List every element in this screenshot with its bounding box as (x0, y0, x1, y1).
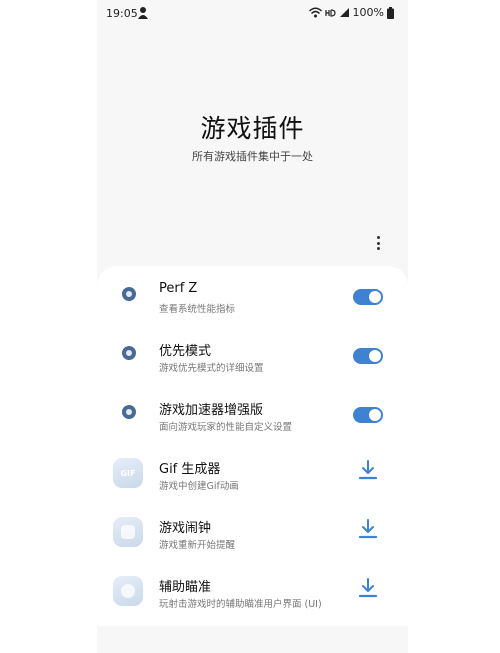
performance-icon (115, 280, 143, 308)
screen: 19:05 100% 游戏插件 所有游戏插件集中于一处 Perf Z 查看系统性… (97, 0, 408, 653)
status-time: 19:05 (106, 7, 138, 20)
battery-percent: 100% (352, 6, 384, 19)
plugin-title: 优先模式 (159, 344, 212, 359)
plugin-desc: 游戏中创建Gif动画 (159, 481, 239, 492)
download-icon[interactable] (358, 577, 378, 599)
plugin-desc: 游戏重新开始提醒 (159, 540, 236, 551)
plugin-title: 游戏闹钟 (159, 521, 212, 536)
plugin-desc: 游戏优先模式的详细设置 (159, 363, 264, 374)
page-subtitle: 所有游戏插件集中于一处 (192, 150, 313, 163)
gif-maker-icon: GIF (113, 458, 143, 488)
plugin-row-gif-maker[interactable]: GIF Gif 生成器 游戏中创建Gif动画 (97, 445, 408, 504)
game-alarm-icon (113, 517, 143, 547)
signal-icon (339, 8, 349, 17)
plugin-row-perf-z[interactable]: Perf Z 查看系统性能指标 (97, 268, 408, 327)
plugin-row-priority-mode[interactable]: 优先模式 游戏优先模式的详细设置 (97, 327, 408, 386)
plugin-title: 游戏加速器增强版 (159, 403, 264, 418)
plugin-row-game-alarm[interactable]: 游戏闹钟 游戏重新开始提醒 (97, 504, 408, 563)
plugin-title: Gif 生成器 (159, 462, 221, 477)
hd-icon (324, 8, 336, 17)
download-icon[interactable] (358, 518, 378, 540)
status-bar: 19:05 100% (97, 0, 408, 28)
game-booster-icon (115, 398, 143, 426)
plugin-row-game-booster[interactable]: 游戏加速器增强版 面向游戏玩家的性能自定义设置 (97, 386, 408, 445)
plugin-desc: 查看系统性能指标 (159, 304, 236, 315)
plugin-desc: 面向游戏玩家的性能自定义设置 (159, 422, 293, 433)
status-icons: 100% (308, 6, 394, 19)
game-booster-toggle[interactable] (353, 407, 383, 423)
aim-assist-icon (113, 576, 143, 606)
download-icon[interactable] (358, 459, 378, 481)
plugin-list: Perf Z 查看系统性能指标 优先模式 游戏优先模式的详细设置 游戏加速器增强… (97, 266, 408, 626)
plugin-title: 辅助瞄准 (159, 580, 212, 595)
more-vertical-icon (376, 236, 380, 239)
priority-mode-icon (115, 339, 143, 367)
more-options-button[interactable] (371, 233, 385, 253)
plugin-row-aim-assist[interactable]: 辅助瞄准 玩射击游戏时的辅助瞄准用户界面 (UI) (97, 563, 408, 622)
notification-icon (138, 7, 148, 19)
plugin-title: Perf Z (159, 281, 198, 296)
plugin-desc: 玩射击游戏时的辅助瞄准用户界面 (UI) (159, 599, 322, 610)
priority-mode-toggle[interactable] (353, 348, 383, 364)
battery-icon (387, 6, 394, 19)
wifi-icon (308, 7, 322, 18)
perf-z-toggle[interactable] (353, 289, 383, 305)
gif-icon-text: GIF (120, 468, 136, 478)
page-title: 游戏插件 (200, 114, 305, 143)
